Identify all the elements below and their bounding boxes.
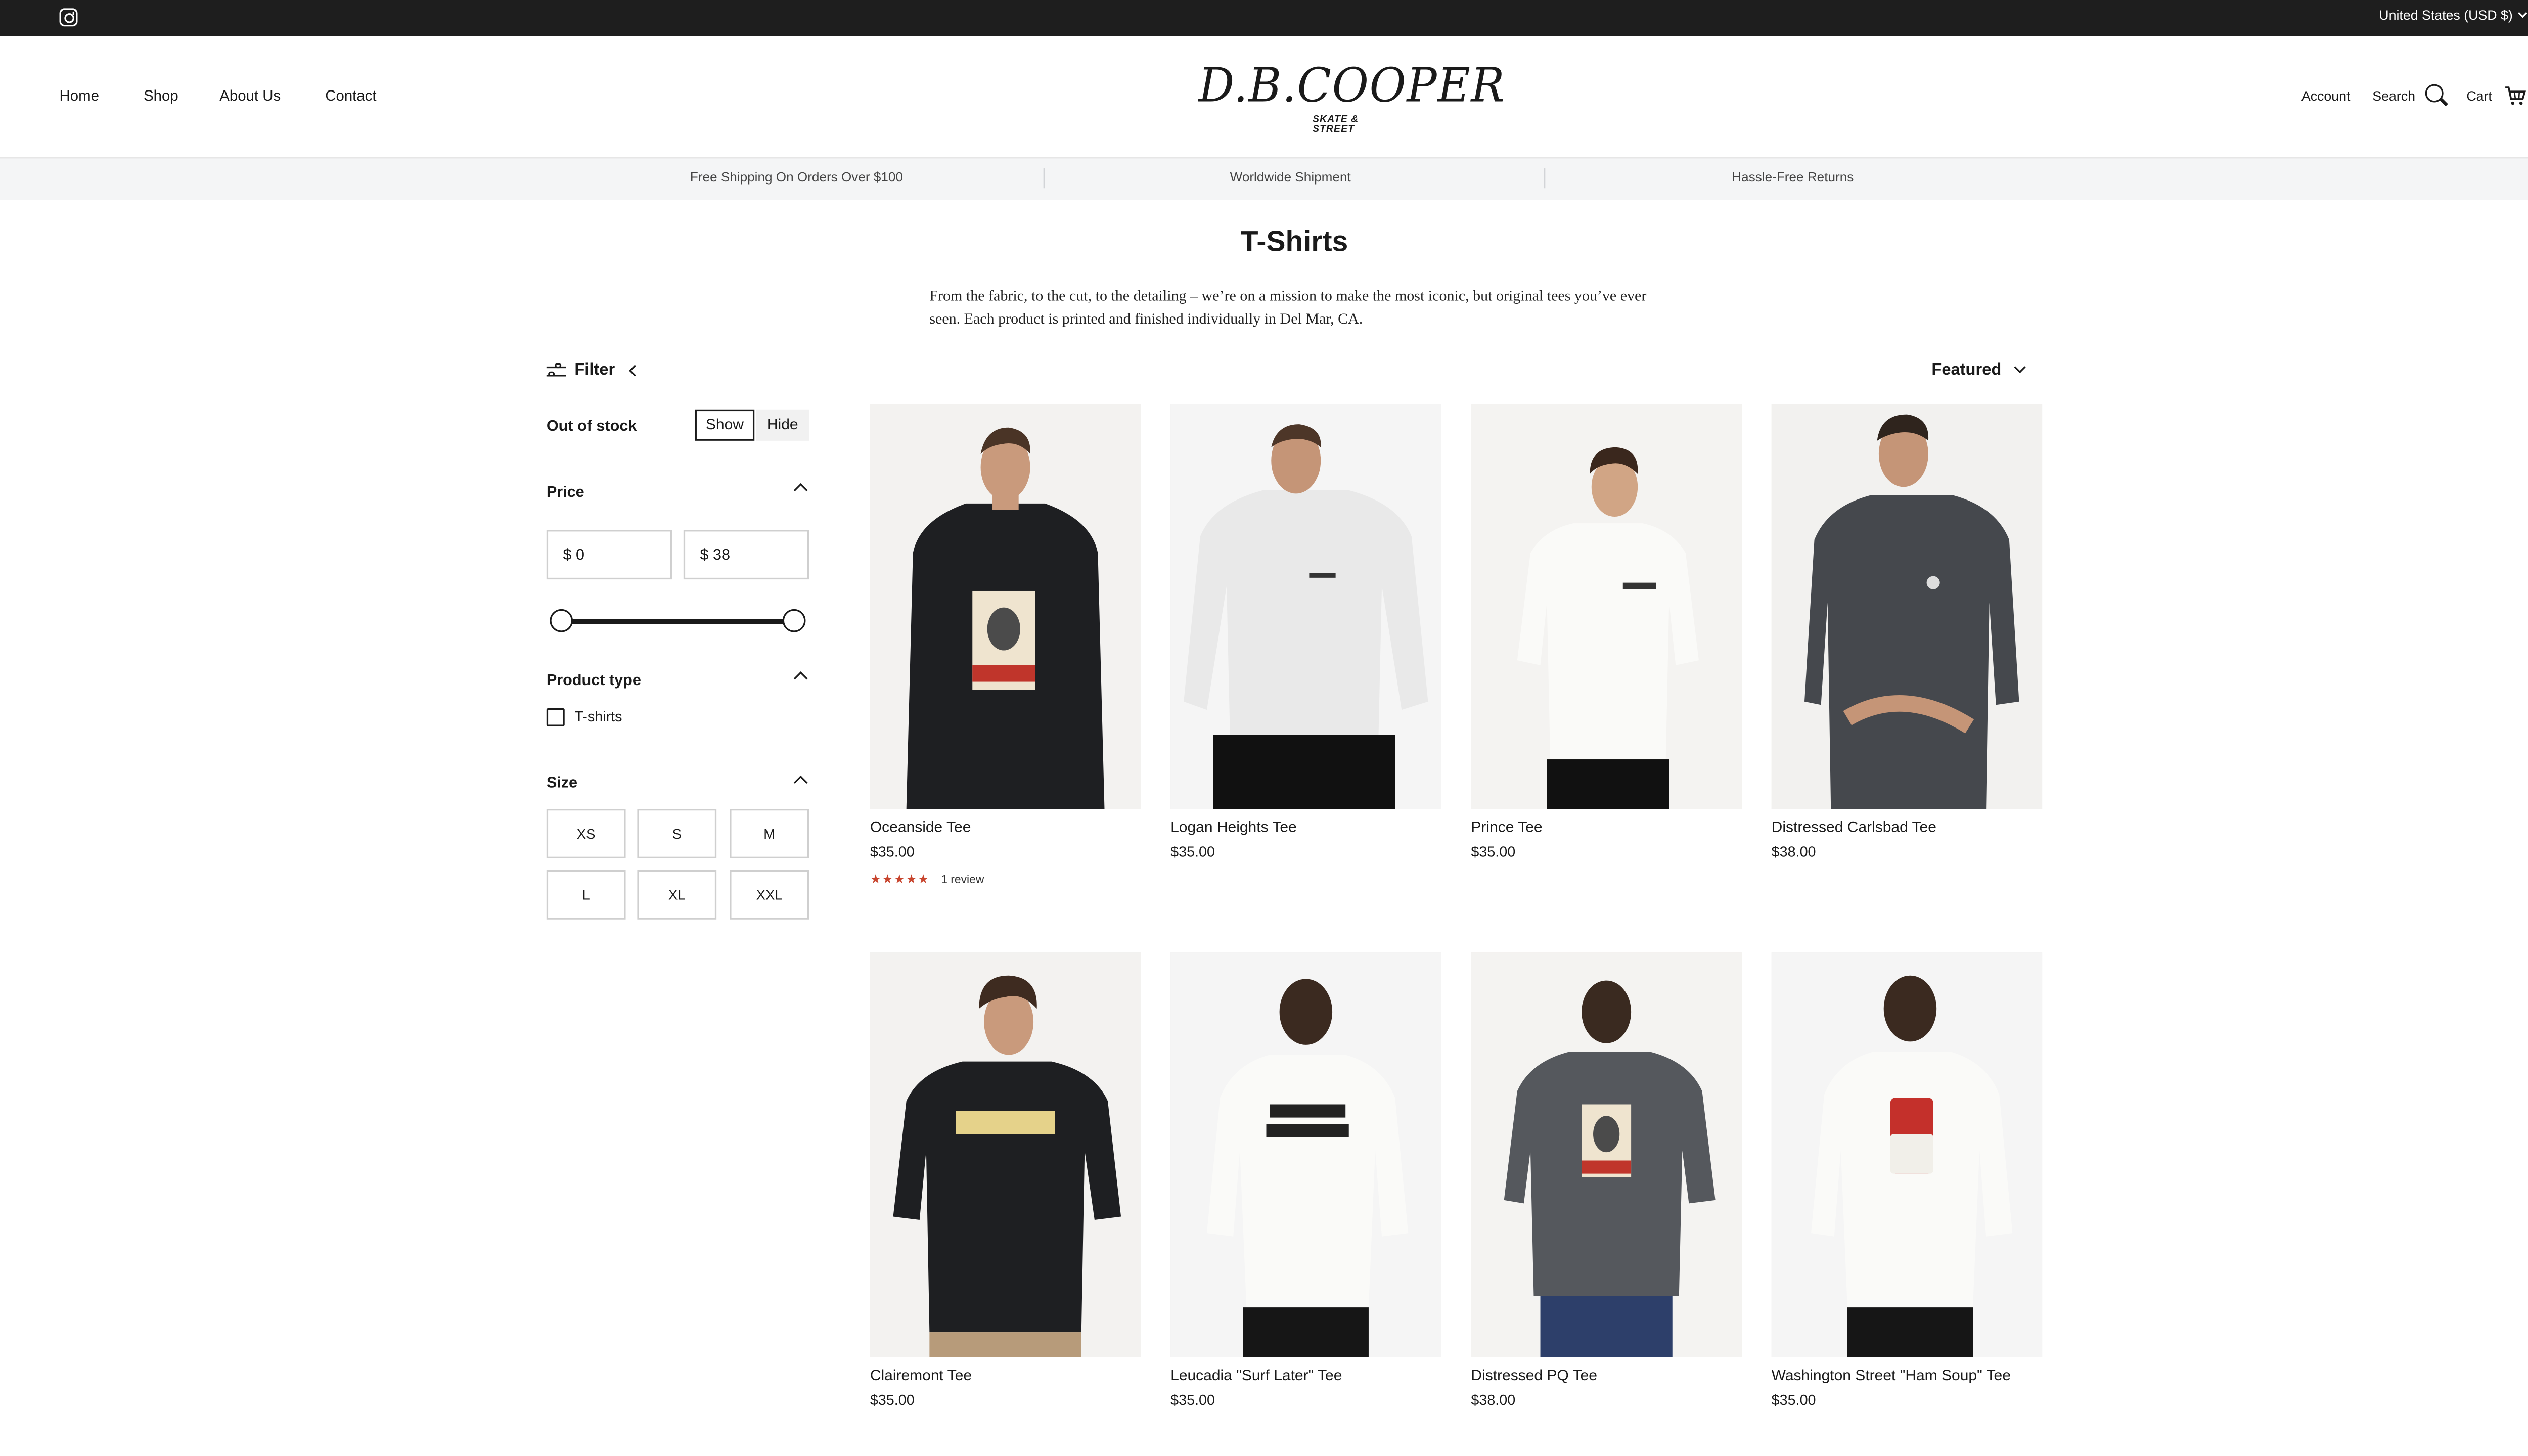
search-link[interactable]: Search <box>2372 89 2415 104</box>
product-price: $38.00 <box>1771 843 1816 860</box>
nav-home[interactable]: Home <box>60 87 99 104</box>
product-name[interactable]: Washington Street "Ham Soup" Tee <box>1772 1367 2011 1384</box>
price-heading[interactable]: Price <box>547 482 584 500</box>
price-slider-max-handle[interactable] <box>782 609 806 632</box>
price-min-input[interactable]: $ 0 <box>546 530 672 580</box>
product-name[interactable]: Logan Heights Tee <box>1170 819 1297 836</box>
nav-contact[interactable]: Contact <box>325 87 376 104</box>
chevron-down-icon <box>2518 8 2527 18</box>
chevron-up-icon[interactable] <box>793 671 808 686</box>
chevron-down-icon <box>2014 361 2026 374</box>
chevron-up-icon[interactable] <box>793 775 808 790</box>
product-image[interactable] <box>1471 952 1742 1357</box>
product-image[interactable] <box>1771 952 2043 1357</box>
rating-stars-icon: ★★★★★ <box>870 872 930 887</box>
announcement-free-shipping: Free Shipping On Orders Over $100 <box>690 170 903 185</box>
t-shirts-checkbox[interactable] <box>546 708 565 726</box>
announcement-bar: Free Shipping On Orders Over $100 Worldw… <box>0 158 2528 200</box>
cart-link[interactable]: Cart <box>2466 89 2492 104</box>
search-icon[interactable] <box>2425 84 2444 103</box>
product-name[interactable]: Distressed PQ Tee <box>1471 1367 1597 1384</box>
instagram-icon[interactable] <box>59 8 78 27</box>
page-title: T-Shirts <box>1240 224 1348 258</box>
product-image[interactable] <box>870 952 1141 1357</box>
price-slider-track[interactable] <box>561 619 794 623</box>
product-price: $35.00 <box>870 1391 915 1408</box>
size-heading[interactable]: Size <box>547 772 577 791</box>
filter-label: Filter <box>574 361 615 380</box>
chevron-left-icon <box>629 365 642 377</box>
product-price: $35.00 <box>1170 843 1215 860</box>
product-name[interactable]: Oceanside Tee <box>870 819 971 836</box>
product-image[interactable] <box>870 404 1141 809</box>
size-option-s[interactable]: S <box>637 808 717 858</box>
logo-subtitle: SKATE & STREET <box>1312 115 1359 135</box>
hide-out-of-stock-button[interactable]: Hide <box>756 409 809 441</box>
size-option-m[interactable]: M <box>730 808 809 858</box>
product-price: $35.00 <box>1471 843 1516 860</box>
show-out-of-stock-button[interactable]: Show <box>695 409 755 441</box>
page: United States (USD $) Home Shop About Us… <box>0 0 2528 1456</box>
filter-icon <box>546 362 566 379</box>
collection-description: From the fabric, to the cut, to the deta… <box>929 287 1647 327</box>
price-slider-min-handle[interactable] <box>550 609 573 632</box>
announcement-worldwide: Worldwide Shipment <box>1230 170 1351 185</box>
sort-label: Featured <box>1931 361 2002 380</box>
nav-shop[interactable]: Shop <box>144 87 178 104</box>
filter-toggle-button[interactable]: Filter <box>546 361 642 380</box>
product-type-heading[interactable]: Product type <box>547 670 641 689</box>
product-price: $35.00 <box>1170 1391 1215 1408</box>
size-option-l[interactable]: L <box>546 870 626 920</box>
product-name[interactable]: Clairemont Tee <box>870 1367 972 1384</box>
divider <box>1043 168 1045 189</box>
t-shirts-checkbox-label[interactable]: T-shirts <box>574 708 622 725</box>
chevron-up-icon[interactable] <box>793 483 808 497</box>
product-name[interactable]: Distressed Carlsbad Tee <box>1772 819 1936 836</box>
account-link[interactable]: Account <box>2301 89 2351 104</box>
size-option-xxl[interactable]: XXL <box>730 870 809 920</box>
announcement-returns: Hassle-Free Returns <box>1732 170 1854 185</box>
product-image[interactable] <box>1471 404 1742 809</box>
currency-selector[interactable]: United States (USD $) <box>2379 8 2527 23</box>
size-option-xs[interactable]: XS <box>546 808 626 858</box>
sort-dropdown[interactable]: Featured <box>1931 361 2026 380</box>
logo-title: D.B.COOPER <box>1198 60 1506 114</box>
product-name[interactable]: Leucadia "Surf Later" Tee <box>1170 1367 1342 1384</box>
product-image[interactable] <box>1170 404 1441 809</box>
site-logo[interactable]: D.B.COOPER SKATE & STREET <box>1195 63 1505 135</box>
nav-about-us[interactable]: About Us <box>219 87 281 104</box>
divider <box>1544 168 1546 189</box>
product-price: $38.00 <box>1471 1391 1516 1408</box>
product-name[interactable]: Prince Tee <box>1471 819 1542 836</box>
size-option-xl[interactable]: XL <box>637 870 717 920</box>
review-count[interactable]: 1 review <box>941 875 984 887</box>
product-price: $35.00 <box>870 843 915 860</box>
product-image[interactable] <box>1170 952 1441 1357</box>
currency-label: United States (USD $) <box>2379 8 2513 23</box>
out-of-stock-label: Out of stock <box>546 416 637 434</box>
utility-bar: United States (USD $) <box>0 0 2528 36</box>
site-header: Home Shop About Us Contact D.B.COOPER SK… <box>0 36 2528 159</box>
product-price: $35.00 <box>1771 1391 1816 1408</box>
product-image[interactable] <box>1771 404 2043 809</box>
price-max-input[interactable]: $ 38 <box>683 530 809 580</box>
cart-icon[interactable] <box>2504 86 2526 106</box>
